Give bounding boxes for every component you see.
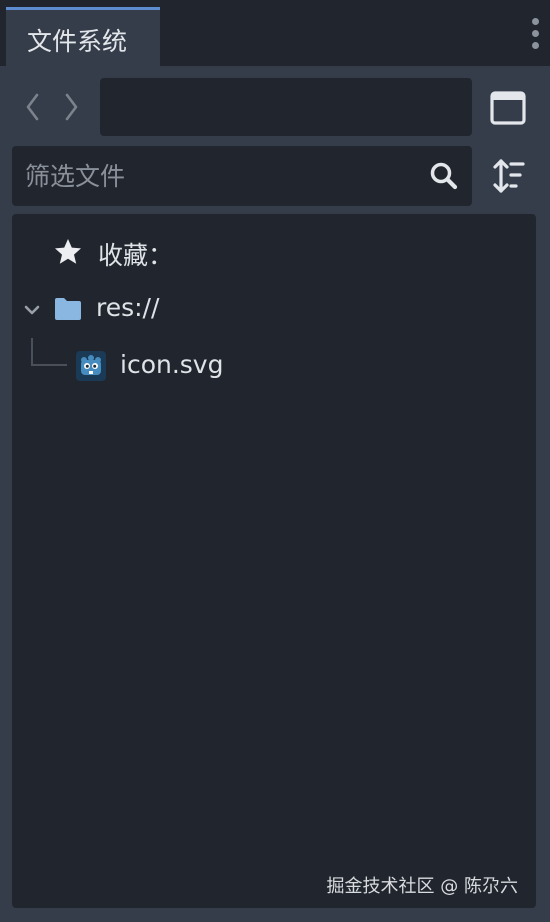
file-row-icon-svg[interactable]: icon.svg	[12, 341, 536, 391]
dock-tab-bar: 文件系统	[0, 0, 550, 66]
folder-label-res: res://	[96, 293, 160, 322]
file-tree[interactable]: 收藏： res:// icon.svg 掘金技术社区 @ 陈尕六	[12, 214, 536, 908]
tab-filesystem-label: 文件系统	[27, 27, 128, 56]
chevron-down-icon[interactable]	[22, 300, 42, 320]
star-icon	[53, 237, 83, 267]
folder-icon	[53, 296, 83, 322]
sort-icon[interactable]	[488, 156, 528, 196]
search-icon	[428, 160, 460, 192]
split-view-icon[interactable]	[486, 86, 530, 130]
favorites-label: 收藏：	[98, 241, 174, 270]
back-chevron-icon[interactable]	[20, 90, 46, 124]
file-label-icon-svg: icon.svg	[120, 350, 224, 379]
dock-menu-kebab-icon[interactable]	[530, 18, 540, 52]
watermark-text: 掘金技术社区 @ 陈尕六	[326, 876, 518, 897]
tab-filesystem[interactable]: 文件系统	[6, 7, 160, 66]
folder-row-res[interactable]: res://	[12, 284, 536, 334]
forward-chevron-icon[interactable]	[58, 90, 84, 124]
favorites-row[interactable]: 收藏：	[12, 227, 536, 277]
godot-icon	[76, 351, 106, 381]
filter-files-input[interactable]	[12, 146, 412, 206]
filter-files-field	[12, 146, 472, 206]
path-field[interactable]	[100, 78, 472, 136]
